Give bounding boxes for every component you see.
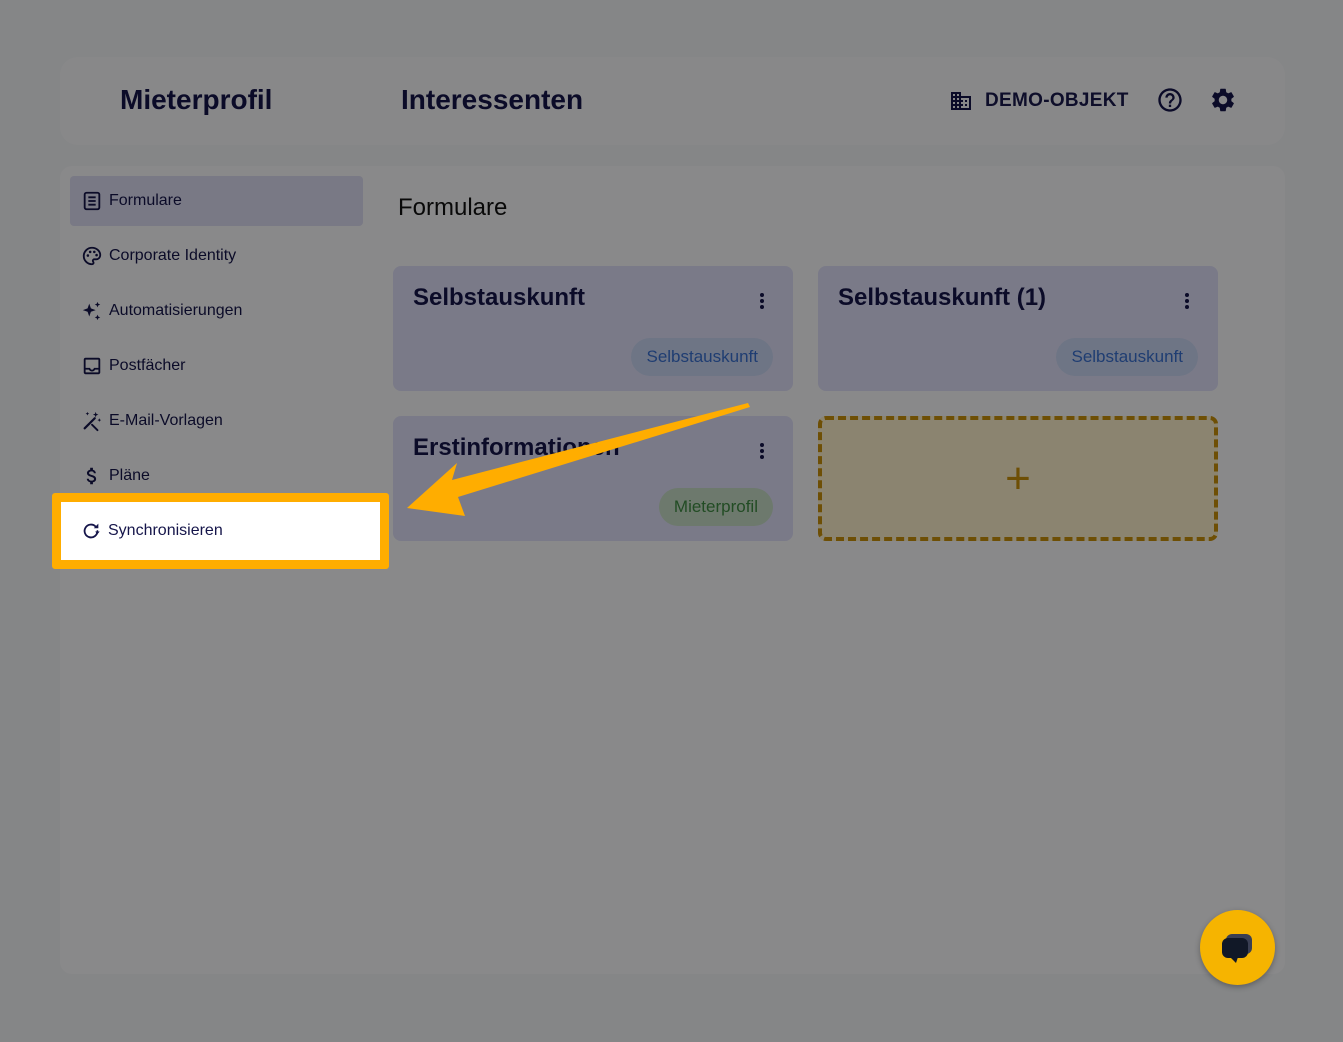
more-vertical-icon[interactable]: [1184, 292, 1190, 310]
card-title: Erstinformationen: [413, 434, 620, 461]
magic-wand-icon: [83, 411, 102, 432]
form-icon: [83, 191, 101, 211]
sparkles-icon: [82, 301, 101, 321]
card-title: Selbstauskunft (1): [838, 284, 1047, 311]
palette-icon: [82, 246, 102, 266]
settings-sidebar: Formulare Corporate Identity Automatisie…: [70, 176, 363, 506]
plus-icon: +: [1005, 453, 1031, 503]
sidebar-item-corporate-identity[interactable]: Corporate Identity: [70, 231, 363, 281]
sidebar-item-synchronisieren[interactable]: Synchronisieren: [52, 493, 389, 569]
gear-icon[interactable]: [1209, 86, 1237, 114]
page-title: Formulare: [398, 194, 508, 221]
sidebar-item-formulare[interactable]: Formulare: [70, 176, 363, 226]
sidebar-item-label: Corporate Identity: [109, 247, 237, 264]
card-tag: Mieterprofil: [658, 488, 773, 526]
nav-tab-mieterprofil[interactable]: Mieterprofil: [120, 84, 272, 116]
form-card-selbstauskunft-1[interactable]: Selbstauskunft (1) Selbstauskunft: [818, 266, 1218, 391]
more-vertical-icon[interactable]: [759, 442, 765, 460]
sync-icon: [83, 523, 100, 539]
sidebar-item-label: Pläne: [109, 467, 150, 484]
top-navigation-bar: Mieterprofil Interessenten DEMO-OBJEKT: [60, 57, 1285, 145]
inbox-icon: [83, 357, 101, 375]
sidebar-item-label: Postfächer: [109, 357, 186, 374]
add-form-button[interactable]: +: [818, 416, 1218, 541]
chat-icon: [1221, 933, 1252, 963]
card-tag: Selbstauskunft: [1056, 338, 1198, 376]
sidebar-item-postfaecher[interactable]: Postfächer: [70, 341, 363, 391]
form-card-erstinformationen[interactable]: Erstinformationen Mieterprofil: [393, 416, 793, 541]
chat-button[interactable]: [1200, 910, 1275, 985]
object-selector[interactable]: DEMO-OBJEKT: [949, 89, 1129, 113]
sidebar-item-email-vorlagen[interactable]: E-Mail-Vorlagen: [70, 396, 363, 446]
settings-panel: Formulare Corporate Identity Automatisie…: [60, 166, 1285, 974]
card-title: Selbstauskunft: [413, 284, 586, 311]
sidebar-item-label: Formulare: [109, 192, 182, 209]
more-vertical-icon[interactable]: [759, 292, 765, 310]
building-icon: [951, 92, 971, 110]
sidebar-item-label: Synchronisieren: [108, 522, 223, 539]
sidebar-item-label: E-Mail-Vorlagen: [109, 412, 223, 429]
sidebar-item-automatisierungen[interactable]: Automatisierungen: [70, 286, 363, 336]
help-icon[interactable]: [1156, 86, 1184, 114]
sidebar-item-label: Automatisierungen: [109, 302, 243, 319]
object-label: DEMO-OBJEKT: [985, 90, 1129, 111]
dollar-icon: [86, 467, 97, 485]
card-tag: Selbstauskunft: [631, 338, 773, 376]
form-card-selbstauskunft[interactable]: Selbstauskunft Selbstauskunft: [393, 266, 793, 391]
nav-tab-interessenten[interactable]: Interessenten: [401, 84, 583, 116]
